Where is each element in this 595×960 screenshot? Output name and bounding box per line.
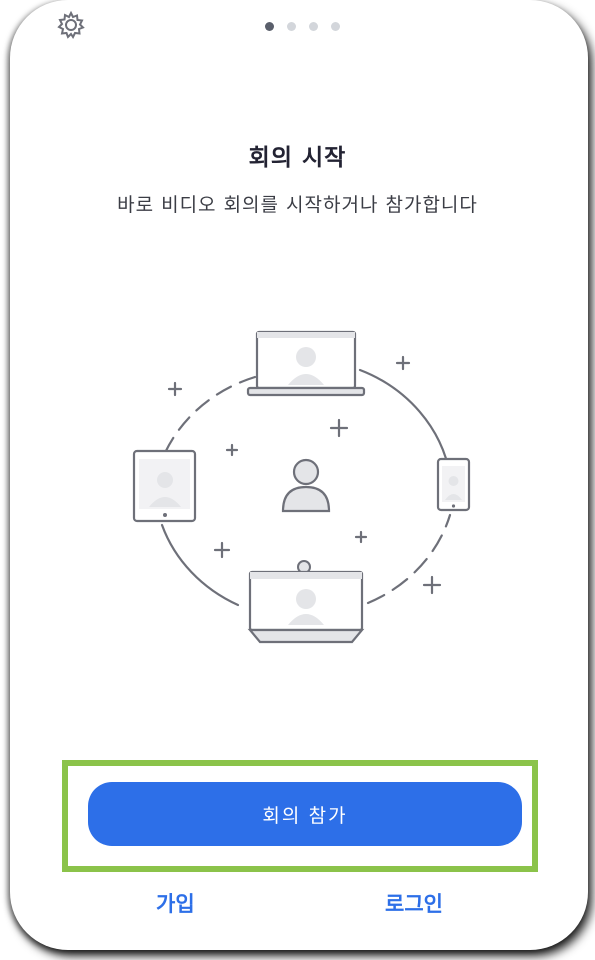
tablet-icon: [132, 449, 197, 523]
pagination-dot[interactable]: [309, 22, 318, 31]
pagination-dot-active[interactable]: [265, 22, 274, 31]
pagination-dots: [265, 22, 340, 31]
signup-link[interactable]: 가입: [156, 888, 195, 918]
page-subtitle: 바로 비디오 회의를 시작하거나 참가합니다: [117, 194, 478, 216]
pagination-dot[interactable]: [331, 22, 340, 31]
conference-room-display-icon: [247, 560, 365, 644]
video-devices-illustration: [132, 330, 471, 644]
gear-icon[interactable]: [54, 8, 88, 42]
join-meeting-button[interactable]: 회의 참가: [88, 782, 522, 846]
user-icon: [281, 458, 331, 513]
laptop-icon: [246, 330, 366, 397]
page-title: 회의 시작: [248, 145, 347, 171]
login-link[interactable]: 로그인: [385, 888, 443, 918]
pagination-dot[interactable]: [287, 22, 296, 31]
phone-icon: [436, 457, 471, 512]
